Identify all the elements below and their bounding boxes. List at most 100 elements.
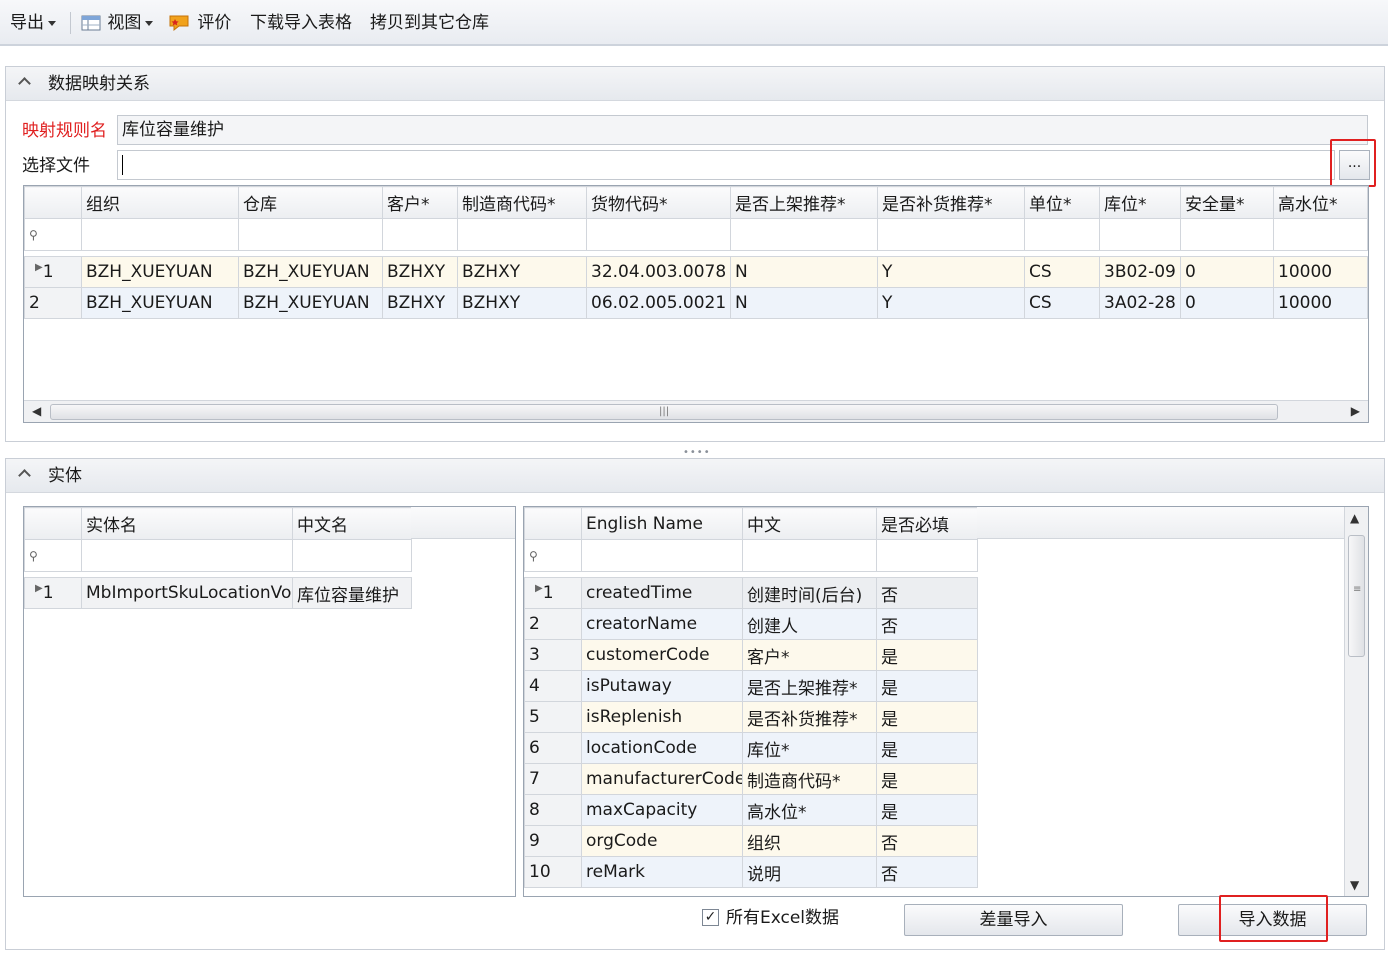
table-cell[interactable]: 0 bbox=[1180, 256, 1274, 288]
table-cell[interactable]: CS bbox=[1024, 287, 1100, 319]
table-cell[interactable]: 10000 bbox=[1273, 256, 1368, 288]
table-cell[interactable]: N bbox=[730, 287, 878, 319]
table-cell[interactable]: orgCode bbox=[581, 825, 743, 857]
table-cell[interactable]: 是否上架推荐* bbox=[742, 670, 877, 702]
table-cell[interactable]: 制造商代码* bbox=[742, 763, 877, 795]
table-cell[interactable]: 创建时间(后台) bbox=[742, 577, 877, 609]
filter-cell[interactable] bbox=[1180, 218, 1274, 251]
column-header[interactable]: 制造商代码* bbox=[457, 186, 587, 219]
file-path-input[interactable] bbox=[117, 150, 1335, 180]
table-cell[interactable]: 是 bbox=[876, 732, 978, 764]
table-cell[interactable]: N bbox=[730, 256, 878, 288]
filter-cell[interactable] bbox=[877, 218, 1025, 251]
table-cell[interactable]: BZHXY bbox=[457, 256, 587, 288]
splitter-handle[interactable]: •••• bbox=[683, 447, 711, 458]
filter-cell[interactable] bbox=[292, 539, 412, 572]
filter-cell[interactable] bbox=[1024, 218, 1100, 251]
table-cell[interactable]: 3B02-09 bbox=[1099, 256, 1181, 288]
table-cell[interactable]: customerCode bbox=[581, 639, 743, 671]
column-header[interactable]: 高水位* bbox=[1273, 186, 1368, 219]
table-row[interactable]: 2 creatorName 创建人 否 bbox=[524, 608, 978, 640]
table-cell[interactable]: BZH_XUEYUAN bbox=[238, 256, 383, 288]
table-cell[interactable]: maxCapacity bbox=[581, 794, 743, 826]
filter-cell[interactable] bbox=[382, 218, 458, 251]
table-cell[interactable]: 客户* bbox=[742, 639, 877, 671]
filter-cell[interactable] bbox=[1099, 218, 1181, 251]
table-cell[interactable]: 是 bbox=[876, 639, 978, 671]
scroll-left-icon[interactable]: ◀ bbox=[32, 404, 41, 418]
table-row[interactable]: 4 isPutaway 是否上架推荐* 是 bbox=[524, 670, 978, 702]
table-row[interactable]: ▶ 1 MbImportSkuLocationVo 库位容量维护 bbox=[24, 577, 412, 609]
column-header[interactable]: 仓库 bbox=[238, 186, 383, 219]
table-cell[interactable]: 06.02.005.0021 bbox=[586, 287, 731, 319]
filter-cell[interactable] bbox=[238, 218, 383, 251]
horizontal-scrollbar[interactable]: ◀ ||| ▶ bbox=[24, 400, 1368, 422]
table-cell[interactable]: CS bbox=[1024, 256, 1100, 288]
table-cell[interactable]: 库位容量维护 bbox=[292, 577, 412, 609]
filter-cell[interactable] bbox=[586, 218, 731, 251]
table-row[interactable]: 10 reMark 说明 否 bbox=[524, 856, 978, 888]
entity-panel-header[interactable]: 实体 bbox=[6, 459, 1384, 493]
column-header[interactable]: 客户* bbox=[382, 186, 458, 219]
table-cell[interactable]: Y bbox=[877, 256, 1025, 288]
table-row[interactable]: 8 maxCapacity 高水位* 是 bbox=[524, 794, 978, 826]
filter-cell[interactable] bbox=[730, 218, 878, 251]
filter-cell[interactable] bbox=[81, 539, 293, 572]
table-row[interactable]: 3 customerCode 客户* 是 bbox=[524, 639, 978, 671]
table-row[interactable]: 5 isReplenish 是否补货推荐* 是 bbox=[524, 701, 978, 733]
table-cell[interactable]: manufacturerCode bbox=[581, 763, 743, 795]
table-cell[interactable]: isPutaway bbox=[581, 670, 743, 702]
table-cell[interactable]: BZHXY bbox=[382, 287, 458, 319]
table-cell[interactable]: BZHXY bbox=[457, 287, 587, 319]
all-excel-checkbox[interactable]: ✓ bbox=[702, 909, 719, 926]
column-header[interactable]: 库位* bbox=[1099, 186, 1181, 219]
table-cell[interactable]: BZH_XUEYUAN bbox=[238, 287, 383, 319]
table-cell[interactable]: 是 bbox=[876, 763, 978, 795]
column-header[interactable]: 是否必填 bbox=[876, 507, 978, 540]
scrollbar-thumb[interactable]: ||| bbox=[50, 404, 1278, 420]
filter-cell[interactable] bbox=[81, 218, 239, 251]
table-cell[interactable]: 0 bbox=[1180, 287, 1274, 319]
column-header[interactable]: 安全量* bbox=[1180, 186, 1274, 219]
table-cell[interactable]: 高水位* bbox=[742, 794, 877, 826]
diff-import-button[interactable]: 差量导入 bbox=[904, 904, 1123, 936]
table-cell[interactable]: reMark bbox=[581, 856, 743, 888]
column-header[interactable]: 单位* bbox=[1024, 186, 1100, 219]
table-cell[interactable]: createdTime bbox=[581, 577, 743, 609]
column-header[interactable]: 中文 bbox=[742, 507, 877, 540]
scroll-up-icon[interactable]: ▲ bbox=[1350, 511, 1359, 525]
table-cell[interactable]: 说明 bbox=[742, 856, 877, 888]
vertical-scrollbar[interactable]: ▲ ≡ ▼ bbox=[1344, 507, 1368, 896]
column-header[interactable]: 是否补货推荐* bbox=[877, 186, 1025, 219]
table-cell[interactable]: 否 bbox=[876, 608, 978, 640]
scroll-down-icon[interactable]: ▼ bbox=[1350, 878, 1359, 892]
table-row[interactable]: 6 locationCode 库位* 是 bbox=[524, 732, 978, 764]
mapping-panel-header[interactable]: 数据映射关系 bbox=[6, 67, 1384, 101]
table-row[interactable]: 2 BZH_XUEYUAN BZH_XUEYUAN BZHXY BZHXY 06… bbox=[24, 287, 1368, 319]
filter-cell[interactable] bbox=[742, 539, 877, 572]
table-row[interactable]: ▶ 1 createdTime 创建时间(后台) 否 bbox=[524, 577, 978, 609]
column-header[interactable]: 组织 bbox=[81, 186, 239, 219]
column-header[interactable]: English Name bbox=[581, 507, 743, 540]
column-header[interactable]: 货物代码* bbox=[586, 186, 731, 219]
table-cell[interactable]: BZHXY bbox=[382, 256, 458, 288]
scrollbar-thumb[interactable]: ≡ bbox=[1348, 535, 1365, 657]
table-cell[interactable]: 否 bbox=[876, 577, 978, 609]
table-cell[interactable]: isReplenish bbox=[581, 701, 743, 733]
table-cell[interactable]: 是 bbox=[876, 701, 978, 733]
filter-cell[interactable] bbox=[1273, 218, 1368, 251]
table-cell[interactable]: 32.04.003.0078 bbox=[586, 256, 731, 288]
column-header[interactable]: 是否上架推荐* bbox=[730, 186, 878, 219]
table-cell[interactable]: 是否补货推荐* bbox=[742, 701, 877, 733]
table-row[interactable]: 9 orgCode 组织 否 bbox=[524, 825, 978, 857]
table-cell[interactable]: BZH_XUEYUAN bbox=[81, 256, 239, 288]
table-row[interactable]: 7 manufacturerCode 制造商代码* 是 bbox=[524, 763, 978, 795]
table-cell[interactable]: 否 bbox=[876, 856, 978, 888]
view-menu[interactable]: 视图 bbox=[80, 10, 154, 36]
table-cell[interactable]: BZH_XUEYUAN bbox=[81, 287, 239, 319]
export-menu[interactable]: 导出 bbox=[10, 10, 56, 36]
collapse-icon[interactable] bbox=[18, 469, 31, 482]
filter-cell[interactable] bbox=[581, 539, 743, 572]
column-header[interactable]: 实体名 bbox=[81, 507, 293, 540]
scroll-right-icon[interactable]: ▶ bbox=[1351, 404, 1360, 418]
